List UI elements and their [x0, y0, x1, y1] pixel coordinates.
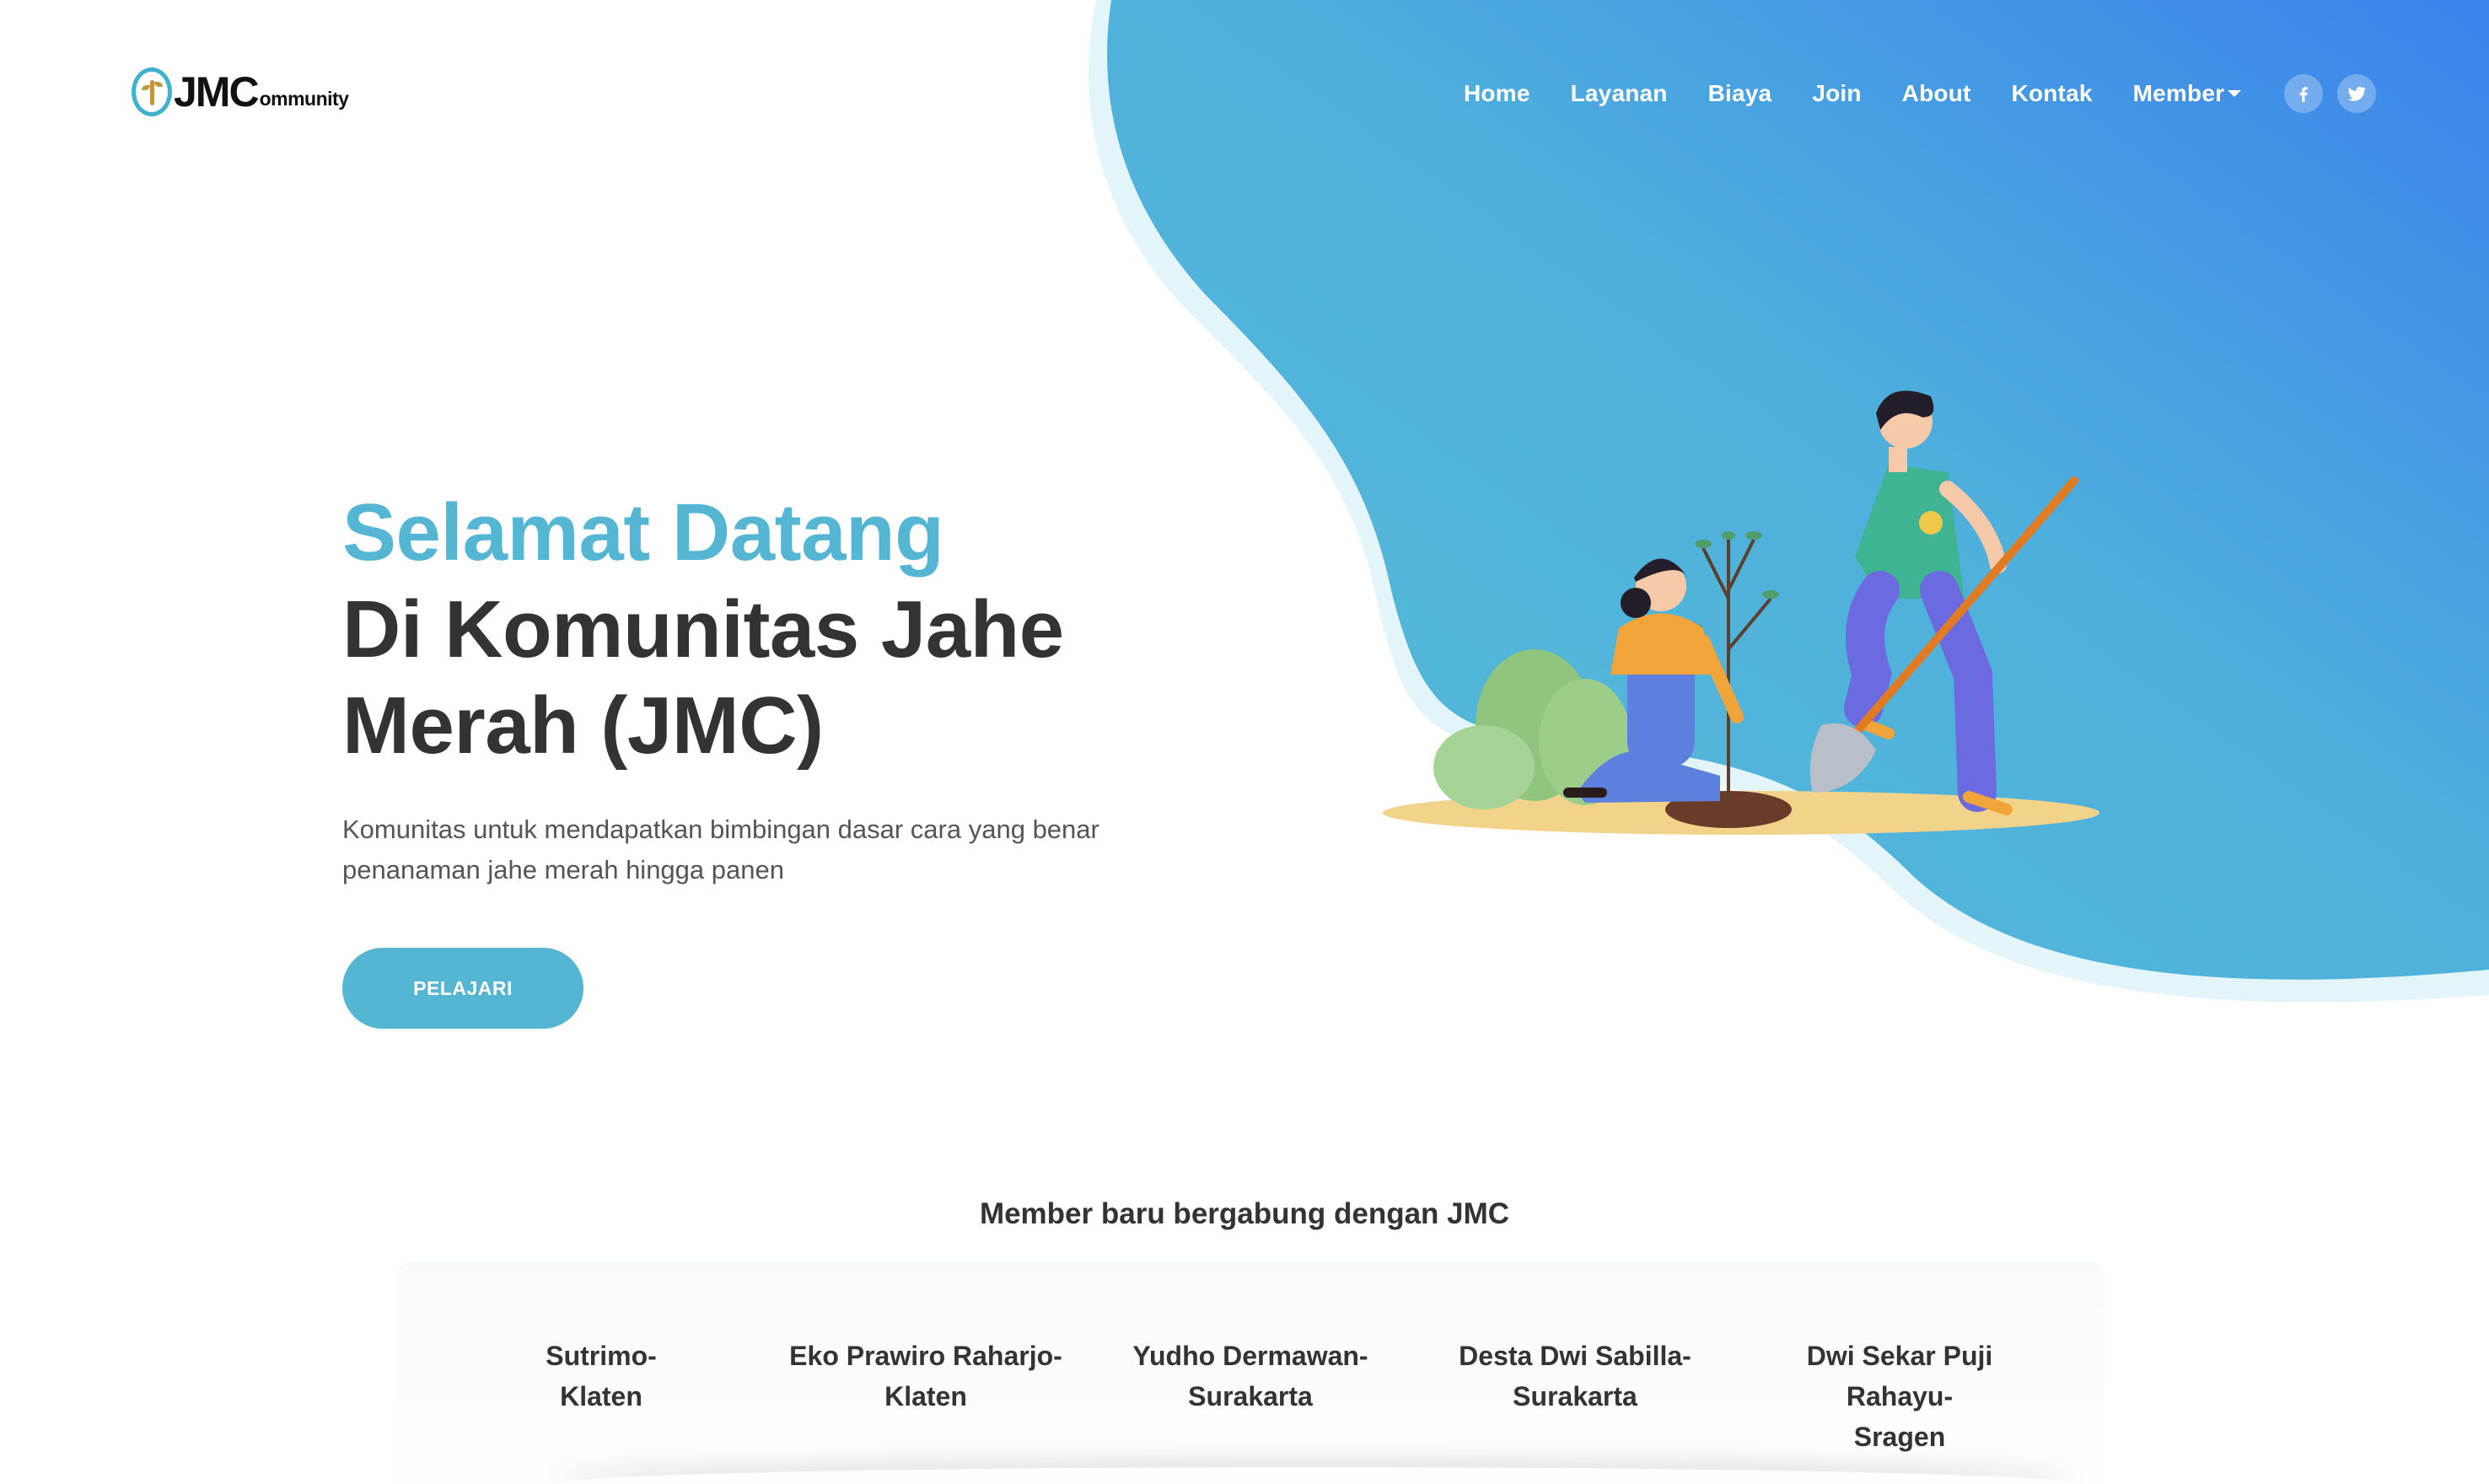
nav-about[interactable]: About [1902, 80, 1971, 107]
logo-text: JMC [174, 68, 260, 116]
member-line2: Rahayu- [1846, 1381, 1954, 1411]
nav-member-dropdown[interactable]: Member [2133, 80, 2242, 107]
member-item: Sutrimo- Klaten [458, 1336, 745, 1417]
member-line2: Klaten [884, 1381, 967, 1411]
hero-title-accent: Selamat Datang [342, 487, 944, 578]
man-figure [1844, 390, 2013, 815]
hero-description: Komunitas untuk mendapatkan bimbingan da… [342, 815, 1099, 884]
nav-kontak[interactable]: Kontak [2012, 80, 2093, 107]
hero-section: Selamat Datang Di Komunitas Jahe Merah (… [342, 484, 1236, 1029]
main-nav: Home Layanan Biaya Join About Kontak Mem… [1464, 74, 2390, 113]
member-line1: Sutrimo- [546, 1341, 657, 1371]
caret-down-icon [2228, 89, 2242, 97]
member-line1: Desta Dwi Sabilla- [1459, 1341, 1691, 1371]
brand-logo[interactable]: JMC ommunity [132, 64, 349, 116]
member-item: Dwi Sekar Puji Rahayu- Sragen [1756, 1336, 2043, 1457]
facebook-icon [2299, 87, 2309, 102]
member-item: Desta Dwi Sabilla- Surakarta [1432, 1336, 1718, 1417]
member-line2: Surakarta [1188, 1381, 1313, 1411]
logo-ginger-icon [132, 67, 172, 116]
social-links [2284, 74, 2390, 113]
twitter-button[interactable] [2337, 74, 2377, 113]
member-line1: Yudho Dermawan- [1132, 1341, 1368, 1371]
hero-title: Selamat Datang Di Komunitas Jahe Merah (… [342, 484, 1236, 774]
member-item: Eko Prawiro Raharjo- Klaten [782, 1336, 1069, 1417]
member-line3: Sragen [1853, 1422, 1946, 1452]
hero-title-line2: Di Komunitas Jahe [342, 584, 1064, 675]
member-line2: Surakarta [1513, 1381, 1637, 1411]
hero-title-line3: Merah (JMC) [342, 680, 824, 771]
planting-illustration [1383, 390, 2099, 835]
member-item: Yudho Dermawan- Surakarta [1107, 1336, 1394, 1417]
logo-subtext: ommunity [259, 88, 349, 110]
members-section-title: Member baru bergabung dengan JMC [979, 1197, 1510, 1230]
member-line2: Klaten [560, 1381, 642, 1411]
facebook-button[interactable] [2284, 74, 2324, 113]
member-line1: Eko Prawiro Raharjo- [789, 1341, 1062, 1371]
nav-layanan[interactable]: Layanan [1571, 80, 1668, 107]
pelajari-button[interactable]: PELAJARI [342, 948, 583, 1029]
twitter-icon [2348, 86, 2367, 101]
nav-member-label: Member [2132, 80, 2225, 106]
member-line1: Dwi Sekar Puji [1806, 1341, 1993, 1371]
nav-home[interactable]: Home [1464, 80, 1530, 107]
nav-join[interactable]: Join [1812, 80, 1861, 107]
nav-biaya[interactable]: Biaya [1708, 80, 1772, 107]
